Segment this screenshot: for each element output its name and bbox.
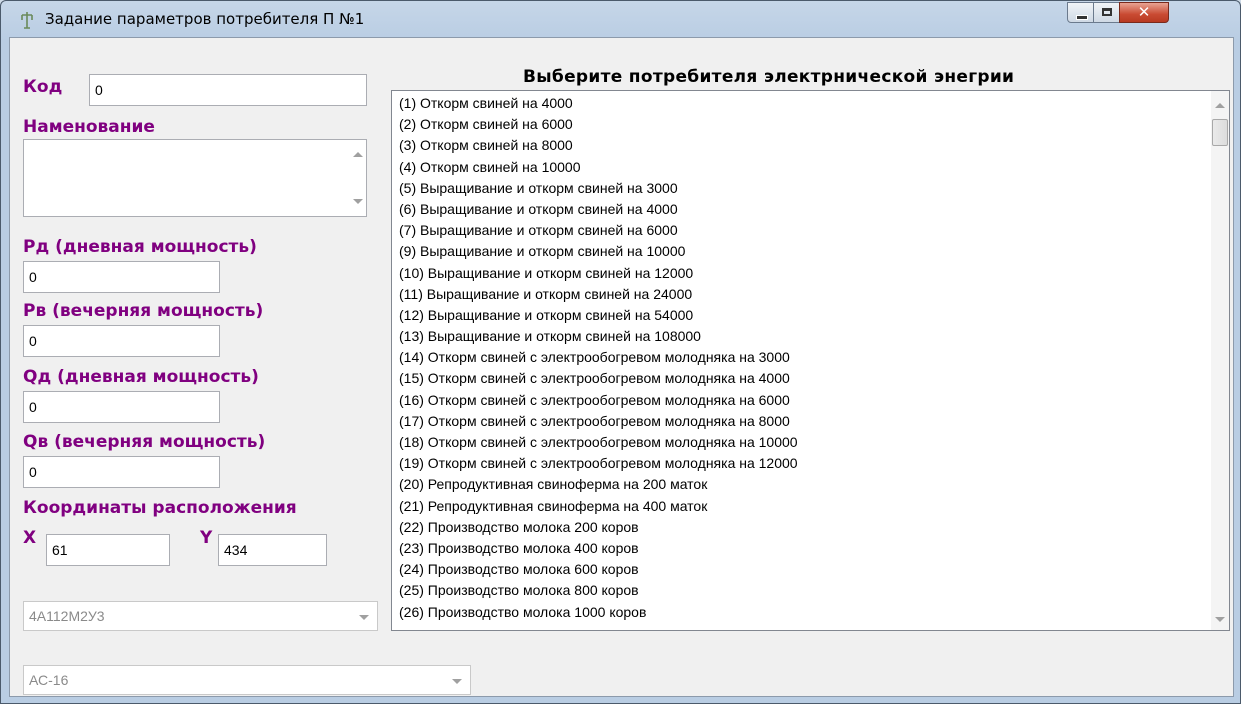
pv-input[interactable]: 0	[23, 325, 220, 357]
scroll-down-icon[interactable]	[1215, 617, 1225, 622]
wire-type-value: АС-16	[29, 672, 69, 688]
code-input[interactable]: 0	[89, 74, 367, 106]
qd-label: Qд (дневная мощность)	[23, 367, 259, 387]
qv-label: Qв (вечерняя мощность)	[23, 432, 266, 452]
chevron-down-icon[interactable]	[359, 615, 369, 620]
list-item[interactable]: (17) Откорм свиней с электрообогревом мо…	[399, 411, 798, 432]
list-item[interactable]: (22) Производство молока 200 коров	[399, 517, 798, 538]
close-button[interactable]: ✕	[1119, 2, 1169, 23]
qv-input[interactable]: 0	[23, 456, 220, 488]
name-label: Наменование	[23, 117, 155, 137]
client-area: Код 0 Наменование Рд (дневная мощность) …	[9, 37, 1234, 697]
maximize-icon	[1102, 8, 1112, 16]
motor-type-value: 4А112М2У3	[29, 608, 105, 624]
list-item[interactable]: (7) Выращивание и откорм свиней на 6000	[399, 220, 798, 241]
list-item[interactable]: (21) Репродуктивная свиноферма на 400 ма…	[399, 496, 798, 517]
scroll-down-icon[interactable]	[353, 199, 363, 204]
minimize-button[interactable]	[1067, 2, 1094, 23]
scroll-up-icon[interactable]	[353, 152, 363, 157]
minimize-icon	[1076, 15, 1088, 20]
list-item[interactable]: (25) Производство молока 800 коров	[399, 580, 798, 601]
list-item[interactable]: (14) Откорм свиней с электрообогревом мо…	[399, 347, 798, 368]
list-item[interactable]: (15) Откорм свиней с электрообогревом мо…	[399, 368, 798, 389]
scroll-up-icon[interactable]	[1215, 103, 1225, 108]
qd-input[interactable]: 0	[23, 391, 220, 423]
list-item[interactable]: (12) Выращивание и откорм свиней на 5400…	[399, 305, 798, 326]
maximize-button[interactable]	[1093, 2, 1120, 23]
list-item[interactable]: (3) Откорм свиней на 8000	[399, 135, 798, 156]
coords-label: Координаты расположения	[23, 498, 297, 518]
scrollbar-thumb[interactable]	[1212, 119, 1228, 146]
list-item[interactable]: (1) Откорм свиней на 4000	[399, 93, 798, 114]
list-item[interactable]: (2) Откорм свиней на 6000	[399, 114, 798, 135]
pd-input[interactable]: 0	[23, 261, 220, 293]
consumer-list: (1) Откорм свиней на 4000 (2) Откорм сви…	[399, 93, 798, 623]
list-item[interactable]: (26) Производство молока 1000 коров	[399, 602, 798, 623]
y-label: Y	[200, 528, 213, 548]
chevron-down-icon[interactable]	[452, 679, 462, 684]
close-icon: ✕	[1137, 3, 1151, 21]
x-input[interactable]: 61	[46, 534, 170, 566]
app-window: Задание параметров потребителя П №1 ✕ Ко…	[0, 0, 1241, 704]
wire-type-combo[interactable]: АС-16	[23, 665, 471, 695]
title-bar[interactable]: Задание параметров потребителя П №1 ✕	[1, 1, 1240, 37]
consumer-listbox[interactable]: (1) Откорм свиней на 4000 (2) Откорм сви…	[391, 90, 1230, 631]
code-label: Код	[23, 77, 63, 97]
pd-label: Рд (дневная мощность)	[23, 237, 257, 257]
motor-type-combo[interactable]: 4А112М2У3	[23, 601, 378, 631]
list-item[interactable]: (5) Выращивание и откорм свиней на 3000	[399, 178, 798, 199]
list-item[interactable]: (23) Производство молока 400 коров	[399, 538, 798, 559]
list-heading: Выберите потребителя электрнической энег…	[523, 67, 1015, 87]
list-item[interactable]: (10) Выращивание и откорм свиней на 1200…	[399, 263, 798, 284]
app-icon	[21, 12, 33, 29]
list-scrollbar[interactable]	[1211, 91, 1229, 630]
window-title: Задание параметров потребителя П №1	[45, 10, 365, 28]
list-item[interactable]: (20) Репродуктивная свиноферма на 200 ма…	[399, 474, 798, 495]
list-item[interactable]: (19) Откорм свиней с электрообогревом мо…	[399, 453, 798, 474]
list-item[interactable]: (4) Откорм свиней на 10000	[399, 157, 798, 178]
y-input[interactable]: 434	[218, 534, 327, 566]
pv-label: Рв (вечерняя мощность)	[23, 301, 264, 321]
list-item[interactable]: (6) Выращивание и откорм свиней на 4000	[399, 199, 798, 220]
list-item[interactable]: (9) Выращивание и откорм свиней на 10000	[399, 241, 798, 262]
x-label: X	[23, 528, 37, 548]
list-item[interactable]: (13) Выращивание и откорм свиней на 1080…	[399, 326, 798, 347]
list-item[interactable]: (16) Откорм свиней с электрообогревом мо…	[399, 390, 798, 411]
name-scrollbar[interactable]	[349, 140, 366, 216]
list-item[interactable]: (11) Выращивание и откорм свиней на 2400…	[399, 284, 798, 305]
name-textarea[interactable]	[23, 139, 367, 217]
list-item[interactable]: (18) Откорм свиней с электрообогревом мо…	[399, 432, 798, 453]
list-item[interactable]: (24) Производство молока 600 коров	[399, 559, 798, 580]
